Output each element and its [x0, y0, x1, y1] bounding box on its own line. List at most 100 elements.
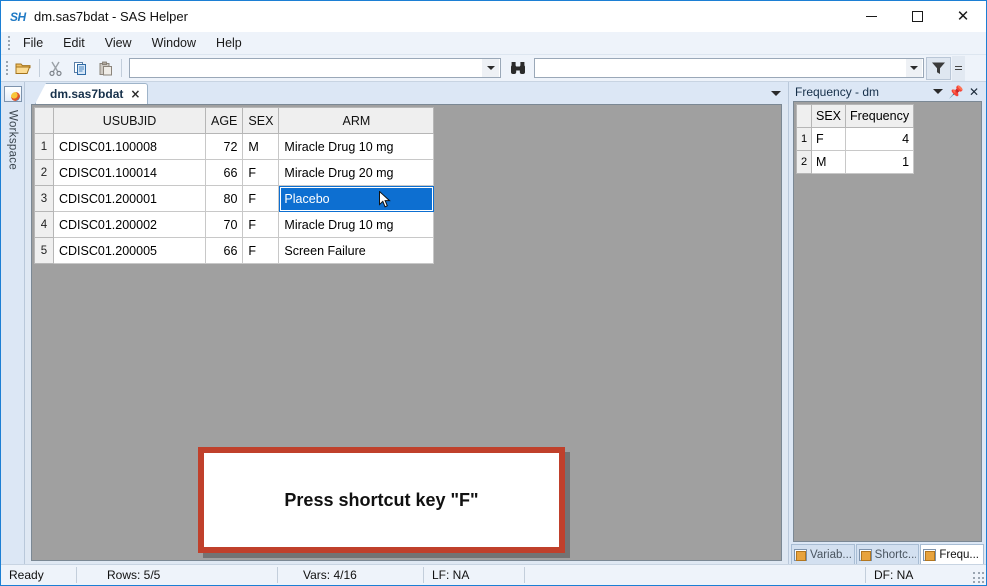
search-combo[interactable]	[129, 58, 501, 78]
cell-sex[interactable]: F	[242, 159, 280, 186]
menu-item-file[interactable]: File	[13, 33, 53, 53]
grid-column-header-arm[interactable]: ARM	[278, 107, 435, 134]
body-area: Workspace dm.sas7bdat × USUBJID AGE SEX …	[1, 82, 986, 564]
instruction-callout-text: Press shortcut key "F"	[284, 489, 479, 510]
table-row[interactable]: 3 CDISC01.200001 80 F Placebo	[34, 185, 435, 212]
filter-input[interactable]	[535, 59, 906, 77]
menu-item-edit[interactable]: Edit	[53, 33, 95, 53]
frequency-column-header-frequency[interactable]: Frequency	[845, 104, 915, 128]
menu-bar: File Edit View Window Help	[1, 32, 986, 55]
dock-tab-frequency[interactable]: Frequ...	[920, 544, 985, 564]
binoculars-icon	[510, 62, 525, 74]
cell-sex[interactable]: F	[242, 211, 280, 238]
cell-arm-selected[interactable]: Placebo	[278, 185, 435, 212]
tab-close-icon[interactable]: ×	[130, 87, 140, 101]
cell-sex[interactable]: M	[242, 133, 280, 160]
filter-combo[interactable]	[534, 58, 924, 78]
cell-usubjid[interactable]: CDISC01.100014	[53, 159, 206, 186]
table-row[interactable]: 1 F 4	[796, 127, 915, 151]
frequency-header-row: SEX Frequency	[796, 104, 915, 128]
paste-button[interactable]	[93, 57, 118, 80]
cell-usubjid[interactable]: CDISC01.200001	[53, 185, 206, 212]
window-controls: ✕	[848, 1, 986, 32]
copy-icon	[74, 61, 86, 75]
workspace-tab-label: Workspace	[6, 106, 19, 175]
panel-menu-button[interactable]	[929, 83, 947, 100]
open-button[interactable]	[11, 57, 36, 80]
table-row[interactable]: 1 CDISC01.100008 72 M Miracle Drug 10 mg	[34, 133, 435, 160]
toolbar-separator	[39, 59, 40, 77]
dock-tab-shortcuts[interactable]: Shortc...	[855, 544, 920, 564]
dock-tab-label: Frequ...	[939, 548, 979, 561]
menu-item-window[interactable]: Window	[142, 33, 206, 53]
toolbar-grip-icon[interactable]	[3, 57, 11, 79]
panel-close-button[interactable]: ✕	[965, 83, 983, 100]
cell-frequency[interactable]: 4	[845, 127, 915, 151]
dock-tab-variables[interactable]: Variab...	[791, 544, 855, 564]
document-tab-dm[interactable]: dm.sas7bdat ×	[35, 83, 149, 104]
row-number[interactable]: 5	[34, 237, 54, 264]
table-row[interactable]: 2 M 1	[796, 150, 915, 174]
cell-usubjid[interactable]: CDISC01.200002	[53, 211, 206, 238]
title-bar: SH dm.sas7bdat - SAS Helper ✕	[1, 1, 986, 32]
table-row[interactable]: 5 CDISC01.200005 66 F Screen Failure	[34, 237, 435, 264]
workspace-strip[interactable]: Workspace	[1, 82, 25, 564]
funnel-icon	[932, 62, 945, 74]
cut-button[interactable]	[43, 57, 68, 80]
cell-age[interactable]: 66	[204, 237, 244, 264]
resize-grip-icon[interactable]	[972, 571, 984, 583]
menu-item-help[interactable]: Help	[206, 33, 252, 53]
row-number[interactable]: 2	[34, 159, 54, 186]
close-button[interactable]: ✕	[940, 1, 986, 32]
menu-item-view[interactable]: View	[95, 33, 142, 53]
menu-grip-icon[interactable]	[4, 32, 13, 55]
table-row[interactable]: 4 CDISC01.200002 70 F Miracle Drug 10 mg	[34, 211, 435, 238]
frequency-icon	[923, 548, 937, 561]
document-tab-strip: dm.sas7bdat ×	[25, 82, 788, 104]
grid-column-header-usubjid[interactable]: USUBJID	[53, 107, 206, 134]
panel-pin-button[interactable]: 📌	[947, 83, 965, 100]
grid-column-header-age[interactable]: AGE	[204, 107, 244, 134]
search-input[interactable]	[130, 59, 500, 77]
cell-usubjid[interactable]: CDISC01.200005	[53, 237, 206, 264]
frequency-column-header-sex[interactable]: SEX	[810, 104, 847, 128]
minimize-button[interactable]	[848, 1, 894, 32]
filter-combo-dropdown[interactable]	[905, 59, 922, 77]
toolbar-overflow-button[interactable]	[952, 55, 965, 81]
frequency-panel-title-bar: Frequency - dm 📌 ✕	[789, 82, 986, 101]
table-row[interactable]: 2 CDISC01.100014 66 F Miracle Drug 20 mg	[34, 159, 435, 186]
cell-arm[interactable]: Miracle Drug 10 mg	[278, 211, 435, 238]
cell-sex[interactable]: F	[242, 237, 280, 264]
find-button[interactable]	[505, 57, 530, 80]
cell-age[interactable]: 66	[204, 159, 244, 186]
frequency-panel-title: Frequency - dm	[795, 84, 880, 99]
selected-cell-value: Placebo	[284, 191, 330, 206]
grid-column-header-sex[interactable]: SEX	[242, 107, 280, 134]
row-number[interactable]: 4	[34, 211, 54, 238]
minimize-icon	[865, 16, 877, 17]
filter-button[interactable]	[926, 56, 951, 80]
cell-arm[interactable]: Miracle Drug 20 mg	[278, 159, 435, 186]
tab-list-dropdown-button[interactable]	[768, 85, 784, 101]
frequency-grid-surface: SEX Frequency 1 F 4 2 M 1	[793, 101, 982, 542]
maximize-button[interactable]	[894, 1, 940, 32]
cell-sex[interactable]: F	[242, 185, 280, 212]
cell-arm[interactable]: Miracle Drug 10 mg	[278, 133, 435, 160]
frequency-corner	[796, 104, 812, 128]
row-number[interactable]: 3	[34, 185, 54, 212]
cell-age[interactable]: 80	[204, 185, 244, 212]
chevron-down-icon	[909, 66, 918, 70]
copy-button[interactable]	[68, 57, 93, 80]
cell-sex[interactable]: M	[810, 150, 847, 174]
grid-select-all-corner[interactable]	[34, 107, 54, 134]
cell-age[interactable]: 72	[204, 133, 244, 160]
workspace-icon	[3, 86, 22, 102]
cell-usubjid[interactable]: CDISC01.100008	[53, 133, 206, 160]
row-number[interactable]: 1	[34, 133, 54, 160]
cell-age[interactable]: 70	[204, 211, 244, 238]
row-number[interactable]: 1	[796, 127, 812, 151]
cell-frequency[interactable]: 1	[845, 150, 915, 174]
cell-sex[interactable]: F	[810, 127, 847, 151]
cell-arm[interactable]: Screen Failure	[278, 237, 435, 264]
row-number[interactable]: 2	[796, 150, 812, 174]
